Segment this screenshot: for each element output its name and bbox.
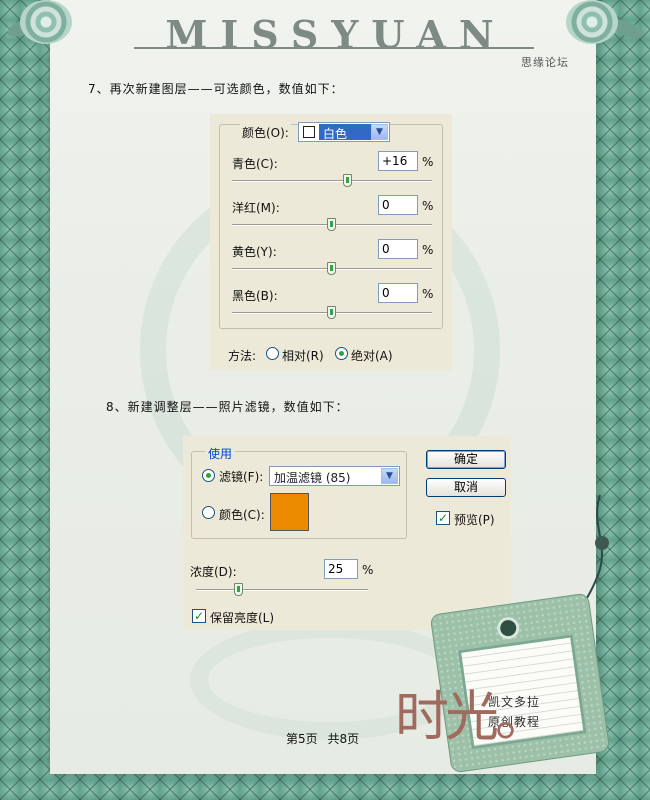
yellow-input[interactable]: 0 <box>378 239 418 259</box>
shiguang-logo: 时光。 <box>395 685 549 748</box>
use-group-label: 使用 <box>205 445 236 462</box>
preview-label[interactable]: 预览(P) <box>454 511 495 528</box>
black-input[interactable]: 0 <box>378 283 418 303</box>
color-swatch[interactable] <box>270 493 309 531</box>
header-divider <box>134 47 534 49</box>
tag-hole <box>495 615 521 641</box>
black-slider-thumb[interactable] <box>327 306 336 319</box>
filter-dropdown-value: 加温滤镜 (85) <box>274 471 351 485</box>
magenta-unit: % <box>422 199 434 213</box>
cancel-button[interactable]: 取消 <box>426 478 506 497</box>
method-absolute-label[interactable]: 绝对(A) <box>351 347 393 364</box>
step-7-instruction: 7、再次新建图层——可选颜色，数值如下： <box>88 82 344 96</box>
preserve-luminosity-label[interactable]: 保留亮度(L) <box>210 609 274 626</box>
black-label: 黑色(B): <box>232 289 278 303</box>
filter-label[interactable]: 滤镜(F): <box>219 468 263 485</box>
method-relative-radio[interactable] <box>266 347 279 360</box>
color-label[interactable]: 颜色(C): <box>219 506 265 523</box>
yellow-label: 黄色(Y): <box>232 245 277 259</box>
step-8-instruction: 8、新建调整层——照片滤镜，数值如下： <box>106 400 349 414</box>
chevron-down-icon: ▼ <box>381 468 398 484</box>
cyan-slider-track[interactable] <box>232 180 432 182</box>
method-absolute-radio[interactable] <box>335 347 348 360</box>
rose-decoration-left <box>20 0 72 44</box>
yellow-unit: % <box>422 243 434 257</box>
selective-color-panel: 颜色(O): 白色 ▼ 青色(C): +16 % 洋红(M): 0 % 黄色(Y… <box>210 114 452 370</box>
yellow-slider-thumb[interactable] <box>327 262 336 275</box>
density-slider-thumb[interactable] <box>234 583 243 596</box>
density-slider-track[interactable] <box>196 589 368 591</box>
density-unit: % <box>362 563 374 577</box>
page-total: 共8页 <box>327 732 360 746</box>
page-number: 第5页 <box>286 732 318 746</box>
cyan-slider-thumb[interactable] <box>343 174 352 187</box>
color-radio[interactable] <box>202 506 215 519</box>
cyan-label: 青色(C): <box>232 157 278 171</box>
cyan-input[interactable]: +16 <box>378 151 418 171</box>
density-label: 浓度(D): <box>190 565 237 579</box>
magenta-input[interactable]: 0 <box>378 195 418 215</box>
filter-radio[interactable] <box>202 469 215 482</box>
black-unit: % <box>422 287 434 301</box>
chevron-down-icon: ▼ <box>371 124 388 140</box>
color-dropdown[interactable]: 白色 ▼ <box>298 122 390 142</box>
header-title: MISSYUAN <box>165 12 507 57</box>
color-dropdown-value: 白色 <box>319 124 371 141</box>
magenta-label: 洋红(M): <box>232 201 280 215</box>
preserve-luminosity-checkbox[interactable]: ✓ <box>192 609 206 623</box>
density-input[interactable]: 25 <box>324 559 358 579</box>
color-label: 颜色(O): <box>240 124 291 141</box>
filter-dropdown[interactable]: 加温滤镜 (85) ▼ <box>269 466 400 486</box>
preview-checkbox[interactable]: ✓ <box>436 511 450 525</box>
white-swatch-icon <box>303 126 315 138</box>
forum-name: 思缘论坛 <box>521 56 569 69</box>
page-footer: 第5页 共8页 <box>286 730 359 747</box>
method-relative-label[interactable]: 相对(R) <box>282 347 324 364</box>
ok-button[interactable]: 确定 <box>426 450 506 469</box>
photo-filter-panel: 使用 滤镜(F): 加温滤镜 (85) ▼ 颜色(C): 确定 取消 ✓ 预览(… <box>183 436 511 630</box>
rose-decoration-right <box>566 0 618 44</box>
method-label: 方法: <box>228 349 257 363</box>
cyan-unit: % <box>422 155 434 169</box>
magenta-slider-thumb[interactable] <box>327 218 336 231</box>
